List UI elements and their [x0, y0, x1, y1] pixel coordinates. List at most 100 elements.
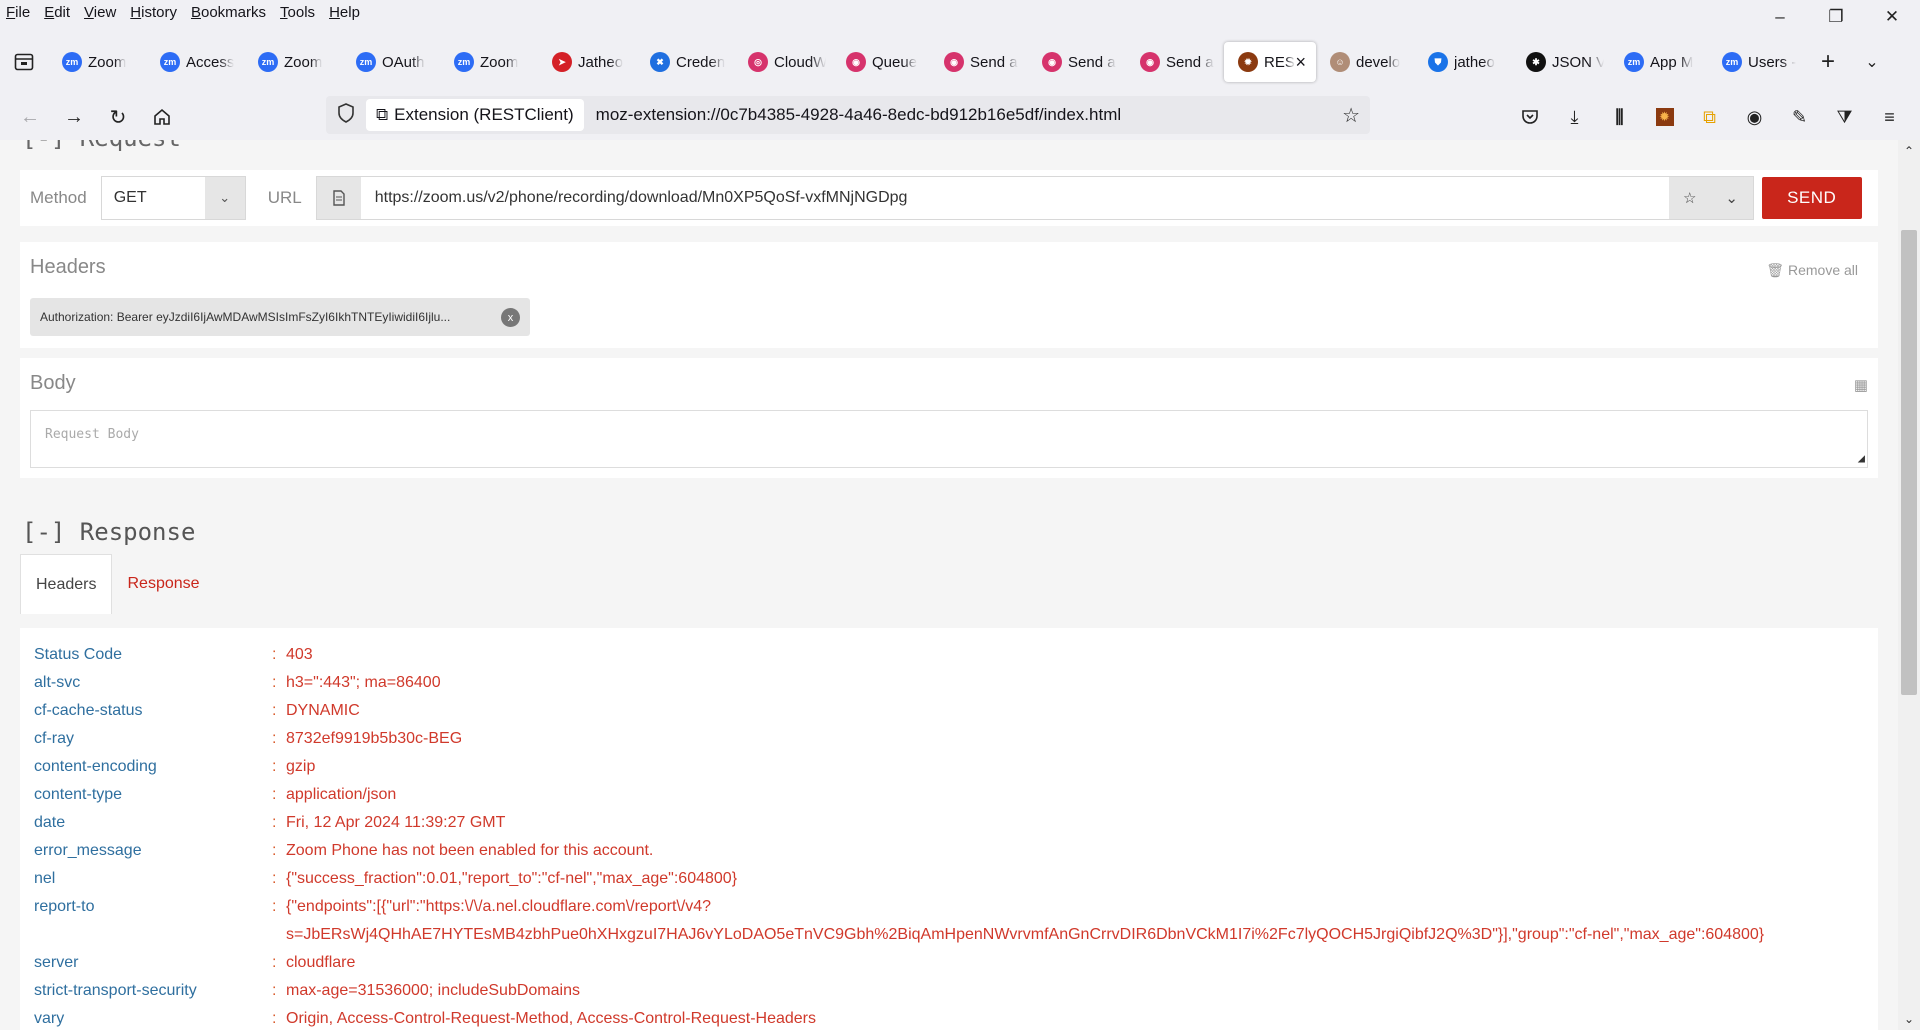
browser-tab[interactable]: zm Zoom — [48, 42, 146, 82]
tab-label: Send a — [970, 53, 1018, 71]
scroll-down-icon[interactable]: ⌄ — [1898, 1012, 1920, 1026]
separator: : — [272, 982, 277, 999]
menu-file[interactable]: File — [6, 4, 30, 21]
account-icon[interactable]: ◉ — [1732, 99, 1777, 135]
separator: : — [272, 1010, 277, 1027]
remove-all-button[interactable]: 🗑︎ Remove all — [1766, 262, 1858, 279]
browser-tab[interactable]: ◉ Queue — [832, 42, 930, 82]
address-bar[interactable]: ⧉ Extension (RESTClient) moz-extension:/… — [326, 96, 1370, 134]
browser-tab[interactable]: zm Users - — [1708, 42, 1806, 82]
home-button[interactable] — [140, 99, 184, 135]
browser-tab[interactable]: ➤ Jatheo — [538, 42, 636, 82]
header-chip[interactable]: Authorization: Bearer eyJzdiI6IjAwMDAwMS… — [30, 298, 530, 336]
browser-tab[interactable]: ✹ RES × — [1224, 42, 1316, 82]
chevron-down-icon[interactable]: ⌄ — [204, 177, 245, 219]
restclient-extension-icon[interactable]: ✹ — [1642, 99, 1687, 135]
close-window-button[interactable]: ✕ — [1864, 0, 1920, 34]
scrollbar-thumb[interactable] — [1901, 230, 1917, 695]
pocket-icon[interactable] — [1507, 99, 1552, 135]
browser-tab[interactable]: ◎ CloudW — [734, 42, 832, 82]
browser-tab[interactable]: zm Zoom — [244, 42, 342, 82]
tab-label: CloudW — [774, 53, 826, 71]
browser-tab[interactable]: zm Access — [146, 42, 244, 82]
identity-label: Extension (RESTClient) — [394, 105, 574, 124]
forward-button[interactable]: → — [52, 99, 96, 135]
downloads-icon[interactable]: ⤓ — [1552, 99, 1597, 135]
tracking-protection-icon[interactable] — [326, 102, 366, 128]
browser-tab[interactable]: ◉ Send a — [1126, 42, 1224, 82]
response-section-title[interactable]: [-] Response — [22, 518, 195, 546]
minimize-button[interactable]: – — [1752, 0, 1808, 34]
extensions-icon[interactable]: ⧩ — [1822, 99, 1867, 135]
library-icon[interactable]: ⫼ — [1597, 99, 1642, 135]
header-value: gzip — [286, 758, 316, 775]
send-button[interactable]: SEND — [1761, 177, 1862, 219]
menu-history[interactable]: History — [130, 4, 177, 21]
browser-tab[interactable]: zm App M — [1610, 42, 1708, 82]
browser-tab[interactable]: ◉ Send a — [930, 42, 1028, 82]
menu-view[interactable]: View — [84, 4, 116, 21]
response-header-row: content-type: application/json — [34, 786, 396, 814]
request-body-textarea[interactable]: Request Body ◢ — [30, 410, 1868, 468]
url-text[interactable]: moz-extension://0c7b4385-4928-4a46-8edc-… — [596, 105, 1121, 125]
tab-label: JSON V — [1552, 53, 1604, 71]
response-headers-panel: Status Code:403 alt-svc: h3=":443"; ma=864… — [20, 628, 1878, 1030]
confluence-icon: ✖ — [650, 52, 670, 72]
separator: : — [272, 786, 277, 803]
resize-grip-icon[interactable]: ◢ — [1858, 451, 1865, 465]
header-key: cf-ray — [34, 730, 74, 747]
browser-tab[interactable]: zm OAuth — [342, 42, 440, 82]
browser-tab[interactable]: ✖ Creden — [636, 42, 734, 82]
response-header-row: nel: {"success_fraction":0.01,"report_to"… — [34, 870, 737, 898]
menu-tools[interactable]: Tools — [280, 4, 315, 21]
request-url-input[interactable]: https://zoom.us/v2/phone/recording/downl… — [361, 189, 1669, 207]
list-all-tabs-button[interactable]: ⌄ — [1850, 52, 1894, 72]
identity-box[interactable]: ⧉ Extension (RESTClient) — [366, 99, 584, 131]
scroll-up-icon[interactable]: ⌃ — [1898, 144, 1920, 158]
header-key: date — [34, 814, 66, 831]
table-icon[interactable]: ▦ — [1854, 376, 1868, 394]
browser-tab[interactable]: ⛊ jatheo — [1414, 42, 1512, 82]
menu-bookmarks[interactable]: Bookmarks — [191, 4, 266, 21]
method-label: Method — [30, 188, 87, 207]
request-headers-panel: Headers 🗑︎ Remove all Authorization: Bea… — [20, 242, 1878, 348]
body-title: Body — [30, 372, 76, 394]
browser-tab[interactable]: ☺ develo — [1316, 42, 1414, 82]
page-scrollbar[interactable]: ⌃ ⌄ — [1898, 140, 1920, 1030]
remove-header-icon[interactable]: x — [501, 308, 520, 327]
menu-help[interactable]: Help — [329, 4, 360, 21]
extension-orange-icon[interactable]: ⧉ — [1687, 99, 1732, 135]
method-value: GET — [113, 189, 147, 206]
firefox-view-button[interactable] — [0, 53, 48, 71]
browser-tab[interactable]: ✱ JSON V — [1512, 42, 1610, 82]
restore-button[interactable]: ❐ — [1808, 0, 1864, 34]
new-tab-button[interactable]: + — [1806, 48, 1850, 76]
bookmark-star-icon[interactable]: ☆ — [1342, 103, 1360, 128]
method-select[interactable]: GET ⌄ — [100, 176, 246, 220]
trash-icon: 🗑︎ — [1766, 262, 1785, 278]
jatheon-icon: ➤ — [552, 52, 572, 72]
zoom-icon: zm — [160, 52, 180, 72]
request-url-field[interactable]: https://zoom.us/v2/phone/recording/downl… — [315, 176, 1754, 220]
reload-button[interactable]: ↻ — [96, 99, 140, 135]
request-section-title[interactable]: [-] Request — [22, 140, 181, 152]
edit-icon[interactable]: ✎ — [1777, 99, 1822, 135]
back-button[interactable]: ← — [8, 99, 52, 135]
app-menu-icon[interactable]: ≡ — [1867, 99, 1912, 135]
header-key: alt-svc — [34, 674, 81, 691]
browser-tab[interactable]: ◉ Send a — [1028, 42, 1126, 82]
tab-response-body[interactable]: Response — [112, 554, 214, 614]
remove-all-label: Remove all — [1787, 262, 1858, 278]
tab-response-headers[interactable]: Headers — [20, 554, 113, 614]
menu-bar: File Edit View History Bookmarks Tools H… — [0, 0, 1920, 24]
header-key: report-to — [34, 898, 95, 915]
favorite-star-icon[interactable]: ☆ — [1668, 177, 1711, 219]
header-key: cf-cache-status — [34, 702, 143, 719]
menu-edit[interactable]: Edit — [44, 4, 70, 21]
url-history-chevron-icon[interactable]: ⌄ — [1710, 177, 1753, 219]
browser-tab[interactable]: zm Zoom — [440, 42, 538, 82]
header-key: server — [34, 954, 79, 971]
close-tab-icon[interactable]: × — [1295, 52, 1306, 73]
zoom-icon: zm — [62, 52, 82, 72]
response-header-row: Status Code:403 — [34, 646, 313, 674]
